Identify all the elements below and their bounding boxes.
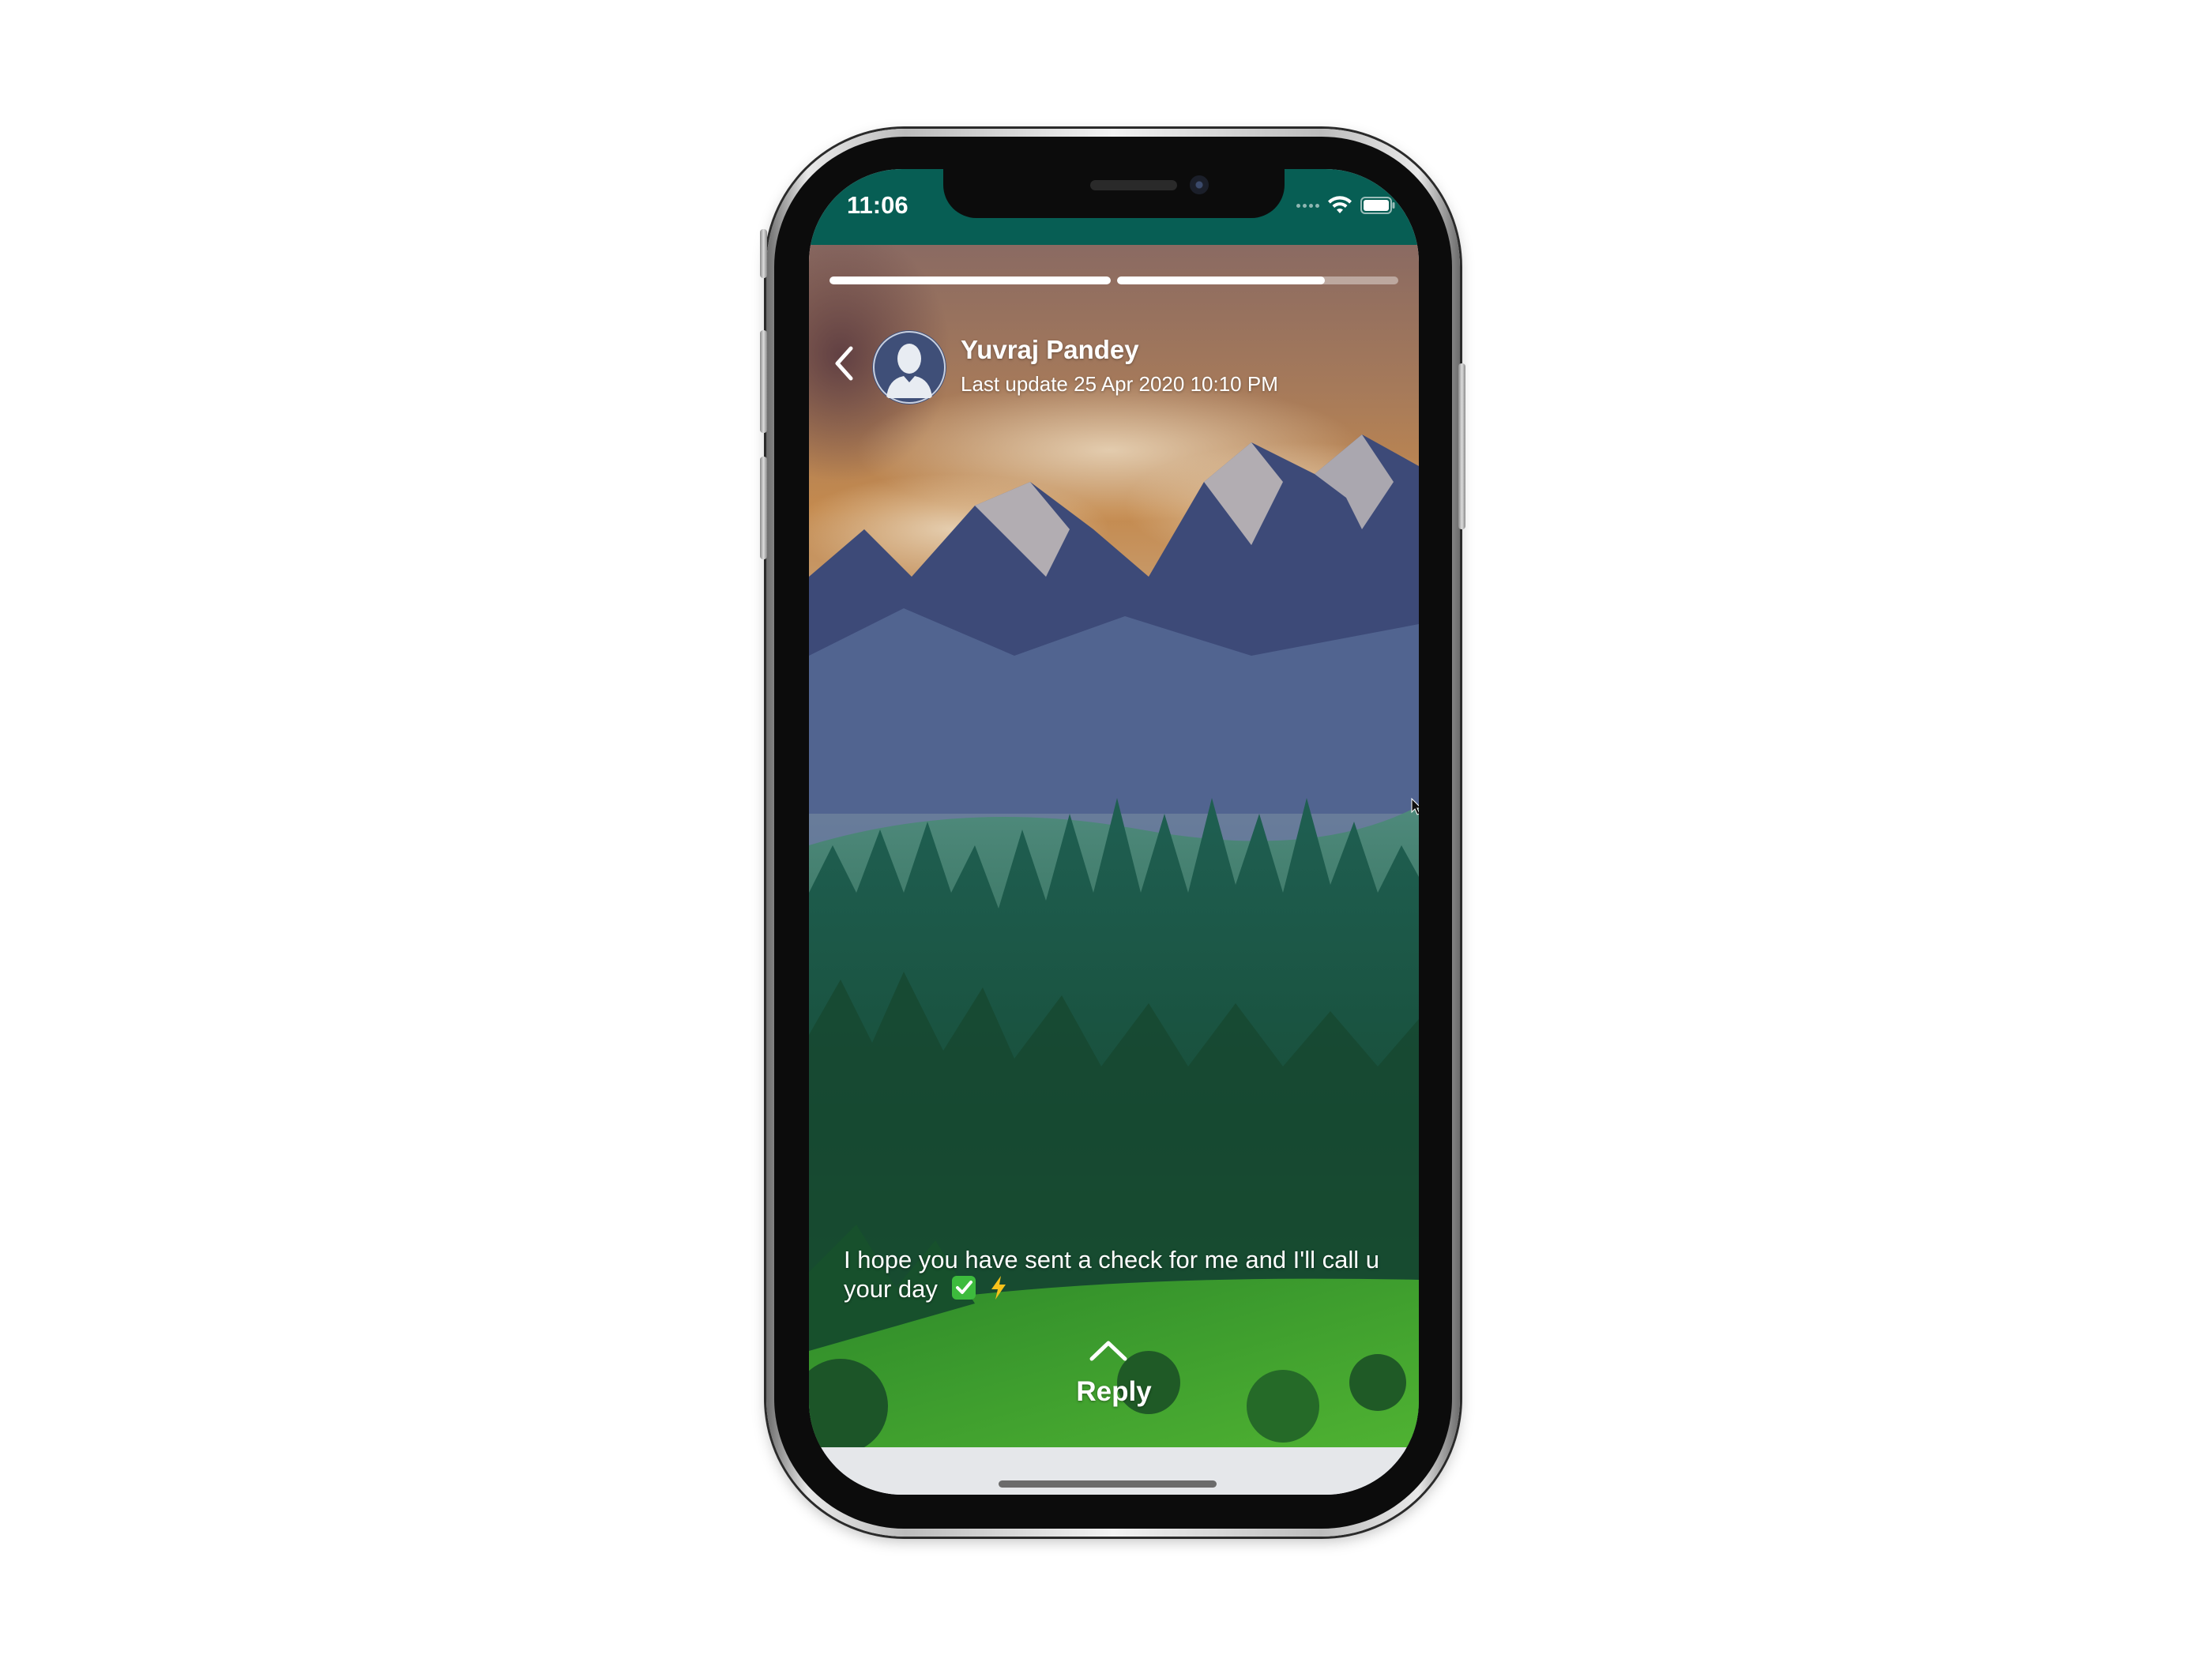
mouse-cursor-icon <box>1411 798 1419 815</box>
signal-dots-icon <box>1296 203 1319 208</box>
chevron-left-icon <box>835 346 853 381</box>
home-bar-area <box>809 1447 1419 1495</box>
back-button[interactable] <box>828 341 860 386</box>
story-user-name: Yuvraj Pandey <box>961 335 1139 364</box>
wifi-icon <box>1328 196 1352 213</box>
status-time: 11:06 <box>847 191 908 219</box>
power-button <box>1458 363 1465 529</box>
battery-icon <box>1360 197 1395 214</box>
story-progress-bars <box>830 276 1398 284</box>
chevron-up-icon[interactable] <box>1087 1337 1130 1364</box>
story-progress-fill-1 <box>830 276 1111 284</box>
front-camera <box>1190 175 1209 194</box>
story-progress-segment-2 <box>1117 276 1398 284</box>
high-voltage-icon <box>991 1276 1006 1300</box>
speaker-grille <box>1090 180 1177 190</box>
story-caption-text: I hope you have sent a check for me and … <box>844 1246 1379 1303</box>
status-bar: 11:06 <box>809 169 1419 245</box>
story-last-update: Last update 25 Apr 2020 10:10 PM <box>961 372 1278 396</box>
home-indicator[interactable] <box>999 1480 1217 1488</box>
reply-button[interactable]: Reply <box>1035 1375 1193 1409</box>
mute-switch <box>760 229 767 278</box>
phone-screen: 11:06 Yuvraj Pandey Last update 25 Apr 2… <box>809 169 1419 1495</box>
status-story-viewer[interactable]: Yuvraj Pandey Last update 25 Apr 2020 10… <box>809 245 1419 1447</box>
story-progress-fill-2 <box>1117 276 1326 284</box>
check-mark-button-icon <box>951 1276 976 1300</box>
volume-down-button <box>760 457 767 559</box>
story-caption: I hope you have sent a check for me and … <box>844 1245 1397 1304</box>
volume-up-button <box>760 330 767 433</box>
story-progress-segment-1 <box>830 276 1111 284</box>
default-user-icon <box>872 330 946 404</box>
notch <box>943 169 1285 218</box>
avatar[interactable] <box>872 330 946 404</box>
status-icons <box>1296 190 1395 221</box>
